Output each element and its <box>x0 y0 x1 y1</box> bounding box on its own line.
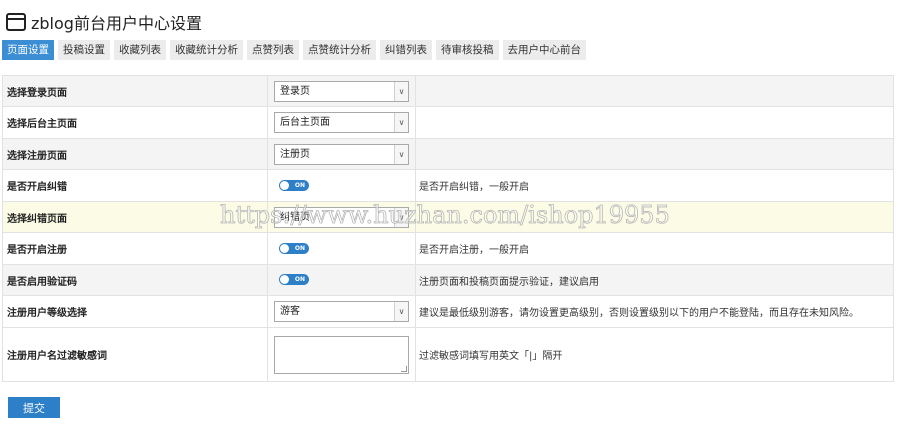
chevron-down-icon: ∨ <box>394 144 408 164</box>
row-label: 注册用户等级选择 <box>2 295 268 328</box>
row-description: 是否开启纠错，一般开启 <box>415 169 894 202</box>
table-row: 是否启用验证码 ON 注册页面和投稿页面提示验证，建议启用 <box>2 264 894 296</box>
toggle-knob <box>280 180 289 190</box>
window-icon <box>6 13 26 31</box>
select-value: 纠错页 <box>280 211 310 223</box>
login-page-select[interactable]: 登录页 ∨ <box>274 80 409 102</box>
row-description: 过滤敏感词填写用英文「|」隔开 <box>415 327 894 382</box>
toggle-knob <box>280 275 289 285</box>
row-description: 注册页面和投稿页面提示验证，建议启用 <box>415 264 894 296</box>
page-title: zblog前台用户中心设置 <box>31 14 202 33</box>
sensitive-words-textarea[interactable] <box>274 335 409 374</box>
table-row: 注册用户名过滤敏感词 过滤敏感词填写用英文「|」隔开 <box>2 327 894 382</box>
captcha-toggle[interactable]: ON <box>279 274 309 286</box>
row-label: 是否开启纠错 <box>2 169 268 202</box>
toggle-state: ON <box>294 181 305 189</box>
table-row: 选择后台主页面 后台主页面 ∨ <box>2 106 894 139</box>
tab-pending-submissions[interactable]: 待审核投稿 <box>436 40 499 60</box>
chevron-down-icon: ∨ <box>394 113 408 132</box>
register-page-select[interactable]: 注册页 ∨ <box>274 143 409 165</box>
admin-page-select[interactable]: 后台主页面 ∨ <box>274 112 409 133</box>
row-description: 是否开启注册，一般开启 <box>415 232 894 265</box>
row-label: 注册用户名过滤敏感词 <box>2 327 268 382</box>
page-header: zblog前台用户中心设置 <box>6 9 202 35</box>
table-row: 是否开启纠错 ON 是否开启纠错，一般开启 <box>2 169 894 202</box>
tab-favorites-list[interactable]: 收藏列表 <box>114 40 166 60</box>
row-label: 选择登录页面 <box>2 75 268 107</box>
table-row: 选择纠错页面 纠错页 ∨ <box>2 201 894 233</box>
select-value: 后台主页面 <box>280 117 330 128</box>
tab-page-settings[interactable]: 页面设置 <box>2 40 54 60</box>
tab-favorites-stats[interactable]: 收藏统计分析 <box>170 40 243 60</box>
row-label: 是否启用验证码 <box>2 264 268 296</box>
select-value: 登录页 <box>280 85 310 97</box>
chevron-down-icon: ∨ <box>394 81 408 101</box>
tab-likes-stats[interactable]: 点赞统计分析 <box>303 40 376 60</box>
table-row: 选择注册页面 注册页 ∨ <box>2 138 894 170</box>
tab-user-center-frontend[interactable]: 去用户中心前台 <box>502 40 586 60</box>
row-label: 选择后台主页面 <box>2 106 268 139</box>
register-toggle[interactable]: ON <box>279 242 309 254</box>
submit-button[interactable]: 提交 <box>8 397 60 418</box>
select-value: 注册页 <box>280 148 310 160</box>
tab-likes-list[interactable]: 点赞列表 <box>247 40 299 60</box>
errata-page-select[interactable]: 纠错页 ∨ <box>274 206 409 228</box>
settings-table: 选择登录页面 登录页 ∨ 选择后台主页面 后台主页面 ∨ 选择注册页面 注册页 … <box>2 75 894 382</box>
chevron-down-icon: ∨ <box>394 207 408 227</box>
tab-bar: 页面设置 投稿设置 收藏列表 收藏统计分析 点赞列表 点赞统计分析 纠错列表 待… <box>2 40 586 60</box>
row-label: 是否开启注册 <box>2 232 268 265</box>
chevron-down-icon: ∨ <box>394 302 408 321</box>
toggle-state: ON <box>294 244 305 252</box>
select-value: 游客 <box>280 306 300 317</box>
errata-toggle[interactable]: ON <box>279 179 309 191</box>
table-row: 注册用户等级选择 游客 ∨ 建议是最低级别游客，请勿设置更高级别，否则设置级别以… <box>2 295 894 328</box>
row-description: 建议是最低级别游客，请勿设置更高级别，否则设置级别以下的用户不能登陆，而且存在未… <box>415 295 894 328</box>
tab-errata-list[interactable]: 纠错列表 <box>380 40 432 60</box>
table-row: 是否开启注册 ON 是否开启注册，一般开启 <box>2 232 894 265</box>
toggle-state: ON <box>294 276 305 284</box>
table-row: 选择登录页面 登录页 ∨ <box>2 75 894 107</box>
toggle-knob <box>280 243 289 253</box>
user-level-select[interactable]: 游客 ∨ <box>274 301 409 322</box>
row-label: 选择注册页面 <box>2 138 268 170</box>
tab-submission-settings[interactable]: 投稿设置 <box>58 40 110 60</box>
row-label: 选择纠错页面 <box>2 201 268 233</box>
